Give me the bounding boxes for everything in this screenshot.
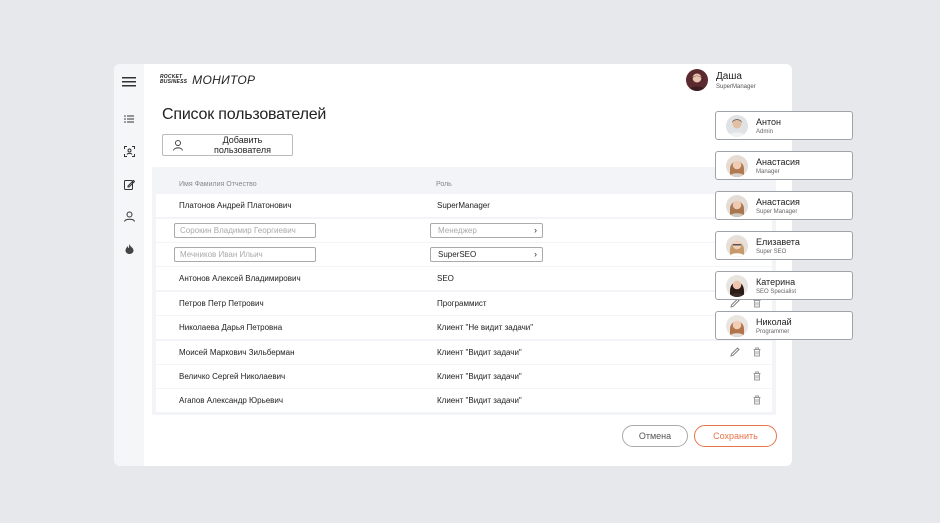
user-name: Даша	[716, 70, 742, 82]
chevron-right-icon: ›	[534, 249, 537, 259]
chevron-right-icon: ›	[534, 225, 537, 235]
dropdown-item-role: Programmer	[756, 328, 790, 335]
user-avatar	[686, 69, 708, 91]
main-card: ROCKET BUSINESS МОНИТОР Даша SuperManage…	[114, 64, 792, 466]
row-name: Петров Петр Петрович	[179, 299, 264, 308]
header-role: Роль	[436, 181, 452, 188]
row-name: Агапов Александр Юрьевич	[179, 396, 284, 405]
app-logo[interactable]: ROCKET BUSINESS МОНИТОР	[160, 73, 255, 87]
row-name: Моисей Маркович Зильберман	[179, 348, 295, 357]
row-name: Платонов Андрей Платонович	[179, 201, 292, 210]
name-input[interactable]: Мечников Иван Ильич	[174, 247, 316, 262]
current-user[interactable]: Даша SuperManager	[686, 69, 756, 91]
row-role: Клиент "Видит задачи"	[437, 348, 522, 357]
dropdown-item-nikolai[interactable]: Николай Programmer	[715, 311, 853, 340]
role-select-value: SuperSEO	[438, 250, 477, 259]
scan-icon[interactable]	[121, 143, 137, 159]
trash-icon[interactable]	[752, 371, 762, 381]
pencil-icon[interactable]	[730, 347, 740, 357]
dropdown-item-katerina[interactable]: Катерина SEO Specialist	[715, 271, 853, 300]
table-row[interactable]: Величко Сергей Николаевич Клиент "Видит …	[156, 365, 772, 388]
header-name: Имя Фамилия Отчество	[179, 181, 257, 188]
row-name: Антонов Алексей Владимирович	[179, 274, 301, 283]
dropdown-item-elizaveta[interactable]: Елизавета Super SEO	[715, 231, 853, 260]
dropdown-item-anastasia[interactable]: Анастасия Manager	[715, 151, 853, 180]
dropdown-item-name: Анастасия	[756, 196, 800, 207]
dropdown-item-name: Елизавета	[756, 236, 800, 247]
user-plus-icon	[173, 139, 183, 151]
avatar	[726, 274, 748, 297]
dropdown-item-role: Manager	[756, 168, 780, 175]
menu-icon[interactable]	[121, 74, 137, 90]
add-user-label: Добавить пользователя	[213, 135, 271, 155]
user-icon[interactable]	[121, 208, 137, 224]
avatar	[726, 114, 748, 137]
avatar	[726, 154, 748, 177]
sidebar	[114, 64, 144, 466]
role-select[interactable]: SuperSEO ›	[430, 247, 543, 262]
row-role: Клиент "Не видит задачи"	[437, 323, 534, 332]
user-role: SuperManager	[716, 83, 756, 90]
users-table: Имя Фамилия Отчество Роль Платонов Андре…	[152, 167, 776, 415]
table-row[interactable]: Моисей Маркович Зильберман Клиент "Видит…	[156, 341, 772, 364]
role-select-value: Менеджер	[438, 226, 477, 235]
dropdown-item-name: Антон	[756, 116, 781, 127]
dropdown-item-name: Катерина	[756, 276, 796, 287]
dropdown-item-name: Николай	[756, 316, 792, 327]
list-icon[interactable]	[121, 111, 137, 127]
logo-main-text: МОНИТОР	[192, 73, 256, 87]
add-user-button[interactable]: Добавить пользователя	[162, 134, 293, 156]
avatar	[726, 194, 748, 217]
table-row-editing[interactable]: Сорокин Владимир Георгиевич Менеджер ›	[156, 219, 772, 242]
dropdown-item-name: Анастасия	[756, 156, 800, 167]
role-select[interactable]: Менеджер ›	[430, 223, 543, 238]
cancel-button[interactable]: Отмена	[622, 425, 688, 447]
row-name: Величко Сергей Николаевич	[179, 372, 286, 381]
table-row[interactable]: Платонов Андрей Платонович SuperManager	[156, 194, 772, 217]
edit-note-icon[interactable]	[121, 176, 137, 192]
table-row[interactable]: Петров Петр Петрович Программист	[156, 292, 772, 315]
table-row-editing[interactable]: Мечников Иван Ильич SuperSEO ›	[156, 243, 772, 266]
row-name: Николаева Дарья Петровна	[179, 323, 283, 332]
row-role: SuperManager	[437, 201, 490, 210]
table-row[interactable]: Антонов Алексей Владимирович SEO	[156, 267, 772, 290]
logo-small-text: ROCKET BUSINESS	[160, 74, 188, 85]
avatar	[726, 314, 748, 337]
row-role: Клиент "Видит задачи"	[437, 396, 522, 405]
row-role: Программист	[437, 299, 487, 308]
row-role: Клиент "Видит задачи"	[437, 372, 522, 381]
save-button[interactable]: Сохранить	[694, 425, 777, 447]
page-title: Список пользователей	[162, 106, 327, 123]
dropdown-item-anton[interactable]: Антон Admin	[715, 111, 853, 140]
trash-icon[interactable]	[752, 395, 762, 405]
table-row[interactable]: Агапов Александр Юрьевич Клиент "Видит з…	[156, 389, 772, 412]
dropdown-item-role: SEO Specialist	[756, 288, 797, 295]
avatar	[726, 234, 748, 257]
dropdown-item-anastasia-super[interactable]: Анастасия Super Manager	[715, 191, 853, 220]
table-row[interactable]: Николаева Дарья Петровна Клиент "Не види…	[156, 316, 772, 339]
dropdown-item-role: Super SEO	[756, 248, 787, 255]
dropdown-item-role: Super Manager	[756, 208, 798, 215]
trash-icon[interactable]	[752, 347, 762, 357]
name-input[interactable]: Сорокин Владимир Георгиевич	[174, 223, 316, 238]
dropdown-item-role: Admin	[756, 128, 774, 135]
row-role: SEO	[437, 274, 454, 283]
fire-icon[interactable]	[121, 241, 137, 257]
